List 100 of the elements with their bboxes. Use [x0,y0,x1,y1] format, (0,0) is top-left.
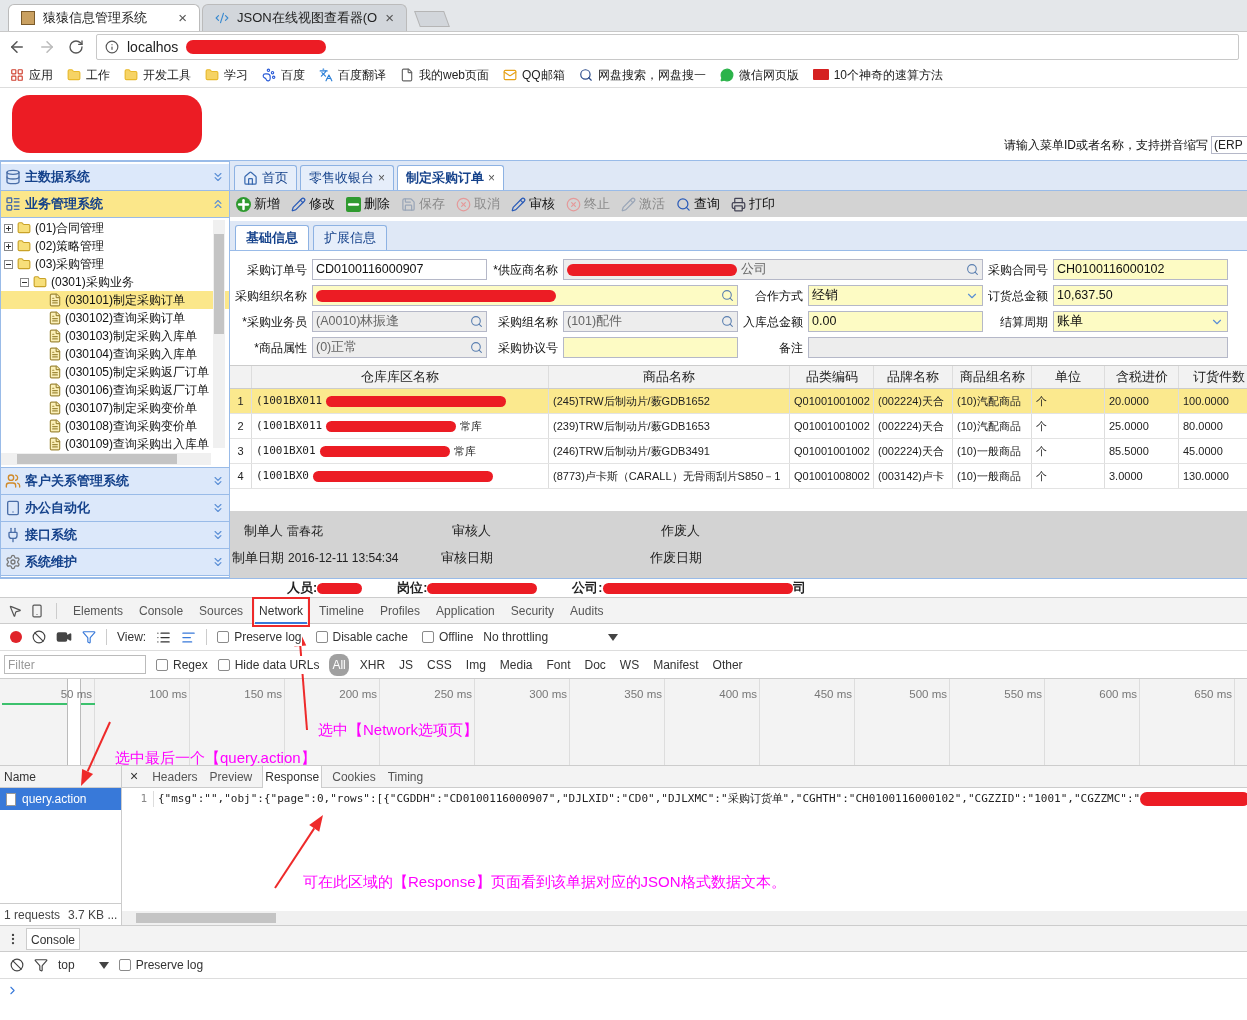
accordion-header[interactable]: 业务管理系统 [1,191,229,218]
bookmark[interactable]: 开发工具 [124,65,191,84]
input-field[interactable]: CH0100116000102 [1053,259,1228,280]
bookmark[interactable]: 工作 [67,65,110,84]
column-header[interactable]: 含税进价 [1105,366,1179,388]
browser-tab[interactable]: JSON在线视图查看器(O × [202,4,407,31]
waterfall-view-icon[interactable] [181,629,197,645]
tree-item[interactable]: (03)采购管理 [1,255,229,273]
devtools-tab[interactable]: Console [135,597,188,624]
column-header[interactable]: 品类编码 [790,366,874,388]
bookmark[interactable]: 我的web页面 [400,65,489,84]
devtools-tab[interactable]: Profiles [376,597,425,624]
column-header[interactable]: 品牌名称 [874,366,953,388]
bookmark[interactable]: 百度 [262,65,305,84]
accordion-header[interactable]: 客户关系管理系统 [1,468,229,495]
forward-icon[interactable] [38,38,56,56]
resource-type-filter[interactable]: Media [496,655,536,674]
accordion-header[interactable]: 办公自动化 [1,495,229,522]
search-icon[interactable] [966,263,979,276]
context-dropdown[interactable]: top [58,956,109,974]
horizontal-scrollbar[interactable] [122,911,1247,925]
detail-tab[interactable]: Response [262,765,323,788]
resource-type-filter[interactable]: XHR [356,655,389,674]
toolbar-button[interactable]: 修改 [291,194,335,214]
page-tab[interactable]: 制定采购订单 × [397,165,505,190]
clear-icon[interactable] [10,958,24,972]
close-tab-button[interactable]: × [178,6,187,30]
tree-item[interactable]: (0301)采购业务 [1,273,229,291]
resource-type-filter[interactable]: Doc [581,655,609,674]
resource-type-filter[interactable]: Manifest [650,655,702,674]
devtools-tab[interactable]: Audits [566,597,608,624]
filter-field[interactable]: Filter [4,655,146,674]
checkbox[interactable] [156,658,168,671]
expand-icon[interactable] [4,241,13,251]
bookmark[interactable]: 应用 [10,65,53,84]
tree-item[interactable]: (01)合同管理 [1,219,229,237]
tree-item[interactable]: (030106)查询采购返厂订单 [1,381,229,399]
tree-item[interactable]: (030105)制定采购返厂订单 [1,363,229,381]
bookmark[interactable]: 学习 [205,65,248,84]
inspect-icon[interactable] [8,603,22,618]
request-row[interactable]: query.action [0,788,121,810]
lookup-field[interactable]: (A0010)林振逢 [312,311,487,332]
devtools-tab[interactable]: Timeline [315,597,368,624]
lookup-field[interactable]: (0)正常 [312,337,487,358]
resource-type-filter[interactable]: JS [396,655,417,674]
filter-icon[interactable] [34,958,48,972]
close-button[interactable]: × [130,766,139,787]
reload-icon[interactable] [68,39,84,55]
column-header[interactable]: 商品组名称 [953,366,1032,388]
table-row[interactable]: 1 (1001BX011 (245)TRW后制动片/薮GDB1652 Q01001001002 (002224)天合 (10)汽配商品 个 20.0000 100.0000 [230,389,1247,414]
horizontal-scrollbar[interactable] [1,453,211,465]
table-row[interactable]: 2 (1001BX011 常库 (239)TRW后制动片/薮GDB1653 Q01001001002 (002224)天合 (10)汽配商品 个 25.0000 80.0000 [230,414,1247,439]
expand-icon[interactable] [4,223,13,233]
resource-type-filter[interactable]: Other [709,655,746,674]
toolbar-button[interactable]: 审核 [511,194,555,214]
close-tab-button[interactable]: × [378,169,385,187]
filter-icon[interactable] [82,630,96,644]
bookmark[interactable]: QQ邮箱 [503,65,565,84]
back-icon[interactable] [8,38,26,56]
checkbox[interactable] [315,631,328,643]
dropdown-field[interactable]: 经销 [808,285,983,306]
devtools-tab[interactable]: Sources [195,597,248,624]
input-field[interactable] [563,337,738,358]
checkbox[interactable] [118,959,131,971]
input-field[interactable]: 0.00 [808,311,983,332]
tree-item[interactable]: (030107)制定采购变价单 [1,399,229,417]
devtools-tab[interactable]: Network [255,597,308,624]
tree-item[interactable]: (030104)查询采购入库单 [1,345,229,363]
collapse-icon[interactable] [4,259,13,269]
camera-icon[interactable] [56,629,72,645]
toolbar-button[interactable]: 查询 [676,194,720,214]
tree-item[interactable]: (02)策略管理 [1,237,229,255]
resource-type-filter[interactable]: CSS [424,655,455,674]
accordion-header[interactable]: 主数据系统 [1,164,229,191]
device-icon[interactable] [30,603,44,618]
tree-item[interactable]: (030109)查询采购出入库单 [1,435,229,453]
column-header[interactable]: Name [0,766,121,788]
throttling-dropdown[interactable]: No throttling [483,628,619,646]
tree-item[interactable]: (030108)查询采购变价单 [1,417,229,435]
resource-type-filter[interactable]: WS [616,655,643,674]
tree-item[interactable]: (030102)查询采购订单 [1,309,229,327]
close-tab-button[interactable]: × [488,169,496,187]
tree-item[interactable]: (030103)制定采购入库单 [1,327,229,345]
page-tab[interactable]: 零售收银台 × [300,165,394,190]
search-icon[interactable] [721,315,734,328]
vertical-scrollbar[interactable] [213,220,225,448]
list-view-icon[interactable] [156,629,172,645]
bookmark[interactable]: 微信网页版 [719,65,799,84]
toolbar-button[interactable]: 打印 [731,194,775,214]
close-tab-button[interactable]: × [385,6,394,30]
lookup-field[interactable]: 公司 [563,259,983,280]
column-header[interactable]: 仓库库区名称 [252,366,549,388]
detail-tab[interactable]: Preview [207,765,255,788]
toolbar-button[interactable]: 新增 [236,194,280,214]
bookmark[interactable]: 百度翻译 [319,65,386,84]
drawer-tab[interactable]: Console [26,927,81,950]
form-tab[interactable]: 基础信息 [235,225,309,250]
bookmark[interactable]: 网盘搜索，网盘搜一 [578,65,706,84]
bookmark[interactable]: 10个神奇的速算方法 [812,65,944,84]
search-icon[interactable] [470,315,483,328]
